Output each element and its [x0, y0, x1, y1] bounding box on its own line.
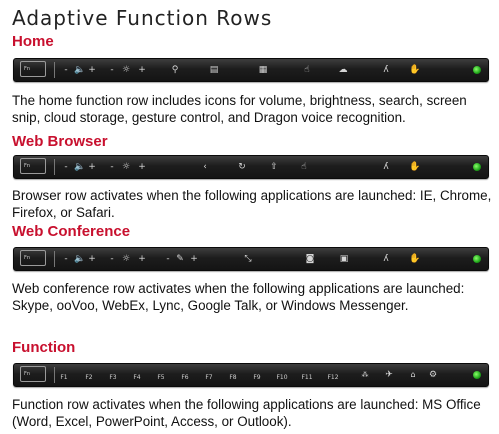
f9-key[interactable]: F9 [252, 374, 262, 382]
pen-size-icon[interactable]: ⤡ [242, 252, 254, 266]
cloud-icon[interactable]: ☁ [336, 63, 350, 77]
f5-key[interactable]: F5 [156, 374, 166, 382]
divider [54, 159, 55, 175]
f2-key[interactable]: F2 [84, 374, 94, 382]
presentation-icon[interactable]: ▣ [337, 252, 351, 266]
function-row-function: Fn F1 F2 F3 F4 F5 F6 F7 F8 F9 F10 F11 F1… [13, 363, 489, 387]
brightness-icon[interactable]: ☼ [120, 63, 132, 77]
f8-key[interactable]: F8 [228, 374, 238, 382]
section-description-home: The home function row includes icons for… [12, 93, 467, 125]
f4-key[interactable]: F4 [132, 374, 142, 382]
volume-up-icon[interactable]: + [88, 160, 96, 174]
brightness-down-icon[interactable]: - [108, 160, 116, 174]
volume-down-icon[interactable]: - [62, 160, 70, 174]
section-heading-function: Function [12, 339, 76, 356]
section-description-function: Function row activates when the followin… [12, 397, 481, 429]
fn-lock-icon[interactable]: Fn [20, 250, 46, 266]
dragon-voice-icon[interactable]: ʎ [380, 63, 392, 77]
section-heading-web-browser: Web Browser [12, 133, 108, 150]
search-icon[interactable]: ⚲ [169, 63, 181, 77]
share-icon[interactable]: ⇧ [268, 160, 280, 174]
volume-down-icon[interactable]: - [62, 252, 70, 266]
hand-icon[interactable]: ✋ [409, 252, 421, 266]
volume-down-icon[interactable]: - [62, 63, 70, 77]
f10-key[interactable]: F10 [276, 374, 288, 382]
settings-icon[interactable]: ⚙ [427, 368, 439, 382]
f11-key[interactable]: F11 [301, 374, 313, 382]
brightness-icon[interactable]: ☼ [120, 160, 132, 174]
keyboard-icon[interactable]: ▤ [207, 63, 221, 77]
status-led [473, 255, 481, 263]
back-icon[interactable]: ‹ [200, 160, 210, 174]
gesture-icon[interactable]: ☝ [298, 160, 310, 174]
pen-minus-icon[interactable]: - [164, 252, 172, 266]
hand-icon[interactable]: ✋ [409, 160, 421, 174]
divider [54, 367, 55, 383]
speaker-icon[interactable]: 🔈 [74, 160, 86, 174]
brightness-down-icon[interactable]: - [108, 63, 116, 77]
section-description-web-conference: Web conference row activates when the fo… [12, 281, 465, 313]
home-icon[interactable]: ⌂ [407, 368, 419, 382]
section-heading-home: Home [12, 33, 54, 50]
gesture-icon[interactable]: ☝ [301, 63, 313, 77]
status-led [473, 66, 481, 74]
f3-key[interactable]: F3 [108, 374, 118, 382]
volume-up-icon[interactable]: + [88, 252, 96, 266]
function-row-home: Fn - 🔈 + - ☼ + ⚲ ▤ ▦ ☝ ☁ ʎ ✋ [13, 58, 489, 82]
brightness-icon[interactable]: ☼ [120, 252, 132, 266]
wireless-icon[interactable]: ⁂ [360, 368, 370, 382]
divider [54, 251, 55, 267]
section-description-web-browser: Browser row activates when the following… [12, 188, 492, 220]
fn-lock-icon[interactable]: Fn [20, 61, 46, 77]
airplane-icon[interactable]: ✈ [383, 368, 395, 382]
status-led [473, 163, 481, 171]
refresh-icon[interactable]: ↻ [236, 160, 248, 174]
f12-key[interactable]: F12 [327, 374, 339, 382]
hand-icon[interactable]: ✋ [409, 63, 421, 77]
dragon-voice-icon[interactable]: ʎ [380, 160, 392, 174]
camera-icon[interactable]: ◙ [304, 252, 316, 266]
speaker-icon[interactable]: 🔈 [74, 252, 86, 266]
status-led [473, 371, 481, 379]
f7-key[interactable]: F7 [204, 374, 214, 382]
divider [54, 62, 55, 78]
section-heading-web-conference: Web Conference [12, 223, 131, 240]
pen-plus-icon[interactable]: + [190, 252, 198, 266]
page-title: Adaptive Function Rows [12, 6, 273, 30]
f1-key[interactable]: F1 [59, 374, 69, 382]
brightness-up-icon[interactable]: + [138, 63, 146, 77]
speaker-icon[interactable]: 🔈 [74, 63, 86, 77]
brightness-down-icon[interactable]: - [108, 252, 116, 266]
dragon-voice-icon[interactable]: ʎ [380, 252, 392, 266]
brightness-up-icon[interactable]: + [138, 160, 146, 174]
function-row-web-conference: Fn - 🔈 + - ☼ + - ✎ + ⤡ ◙ ▣ ʎ ✋ [13, 247, 489, 271]
volume-up-icon[interactable]: + [88, 63, 96, 77]
fn-lock-icon[interactable]: Fn [20, 158, 46, 174]
f6-key[interactable]: F6 [180, 374, 190, 382]
pen-icon[interactable]: ✎ [174, 252, 186, 266]
fn-lock-icon[interactable]: Fn [20, 366, 46, 382]
brightness-up-icon[interactable]: + [138, 252, 146, 266]
screen-snip-icon[interactable]: ▦ [257, 63, 269, 77]
function-row-web-browser: Fn - 🔈 + - ☼ + ‹ ↻ ⇧ ☝ ʎ ✋ [13, 155, 489, 179]
